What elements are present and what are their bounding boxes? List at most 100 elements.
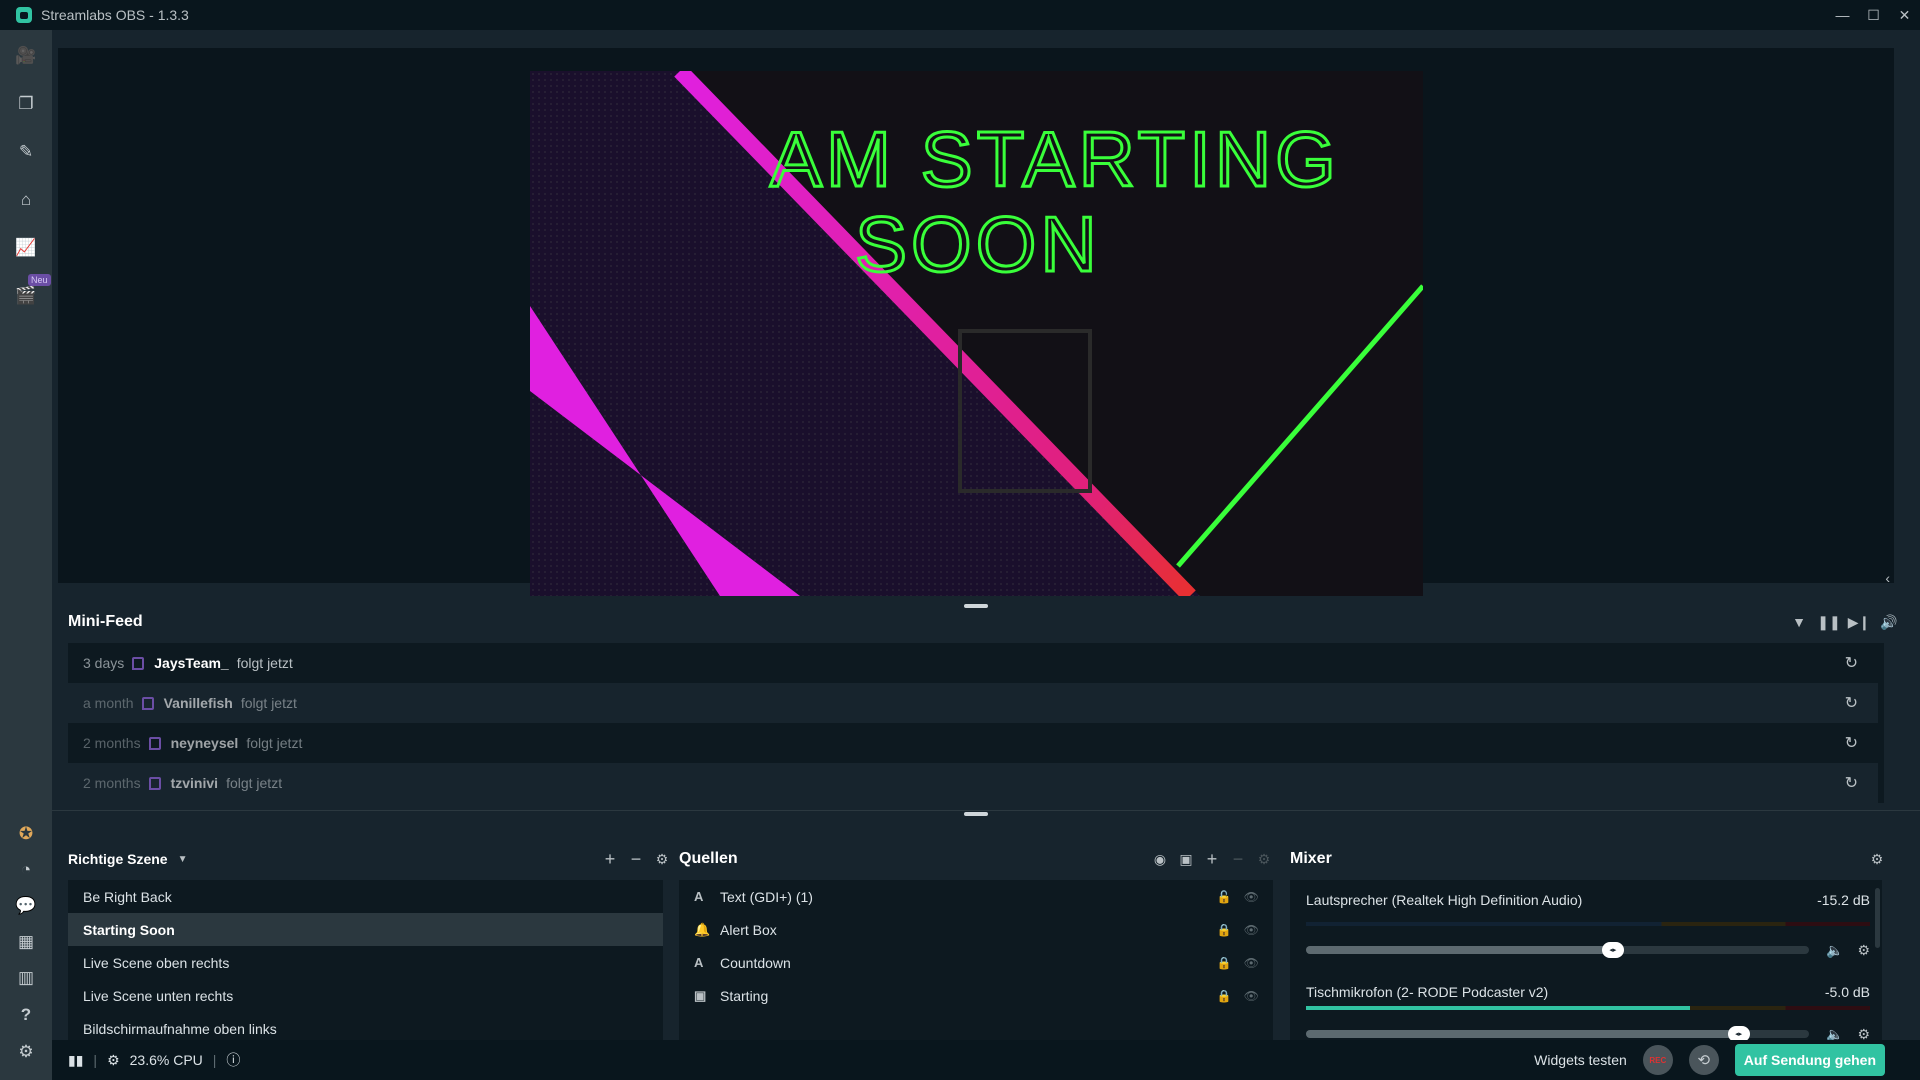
- twitch-icon: [148, 736, 161, 750]
- cpu-chip-icon: ⚙: [107, 1051, 120, 1068]
- speaker-icon[interactable]: 🔈: [1826, 942, 1843, 959]
- channel-name: Lautsprecher (Realtek High Definition Au…: [1306, 892, 1583, 908]
- prime-star-icon[interactable]: ✪: [14, 822, 38, 846]
- eye-icon[interactable]: 👁: [1244, 956, 1259, 970]
- add-source-icon[interactable]: +: [1203, 849, 1221, 869]
- remove-scene-icon[interactable]: −: [627, 849, 645, 869]
- minimize-button[interactable]: —: [1827, 0, 1858, 30]
- gear-icon[interactable]: ⚙: [14, 1040, 38, 1064]
- overlay-title-line1: AM STARTING: [770, 115, 1340, 203]
- source-item[interactable]: A Text (GDI+) (1) 🔓 👁: [679, 880, 1273, 913]
- test-widgets-button[interactable]: Widgets testen: [1534, 1052, 1627, 1068]
- video-camera-icon[interactable]: 🎥: [14, 44, 38, 68]
- title-bar: Streamlabs OBS - 1.3.3 — ☐ ✕: [0, 0, 1920, 30]
- eye-icon[interactable]: 👁: [1244, 890, 1259, 904]
- help-icon[interactable]: ?: [14, 1003, 38, 1027]
- replay-buffer-button[interactable]: ⟲: [1688, 1045, 1719, 1075]
- resize-handle-top[interactable]: [964, 604, 988, 608]
- layers-icon[interactable]: ❐: [14, 92, 38, 116]
- minifeed-header: Mini-Feed ▼ ❚❚ ▶❙ 🔊: [68, 613, 1898, 639]
- add-scene-icon[interactable]: +: [601, 849, 619, 869]
- info-icon[interactable]: ⓘ: [226, 1050, 240, 1070]
- mixer-panel: Lautsprecher (Realtek High Definition Au…: [1290, 880, 1882, 1045]
- scene-settings-gear-icon[interactable]: ⚙: [653, 850, 671, 868]
- channel-db: -5.0 dB: [1824, 984, 1870, 1000]
- source-item[interactable]: A Countdown 🔒 👁: [679, 946, 1273, 979]
- go-live-button[interactable]: Auf Sendung gehen: [1734, 1044, 1885, 1076]
- preview-area: AM STARTING SOON ‹: [58, 48, 1894, 596]
- replay-icon[interactable]: ↻: [1845, 693, 1858, 713]
- mixer-settings-gear-icon[interactable]: ⚙: [1868, 850, 1886, 868]
- add-folder-icon[interactable]: ▣: [1177, 850, 1195, 868]
- sources-list: A Text (GDI+) (1) 🔓 👁 🔔 Alert Box 🔒 👁 A Co…: [679, 880, 1273, 1045]
- gauge-icon[interactable]: ◔: [14, 858, 38, 882]
- eye-icon[interactable]: 👁: [1244, 923, 1259, 937]
- chevron-left-icon[interactable]: ‹: [1885, 570, 1890, 586]
- source-item[interactable]: 🔔 Alert Box 🔒 👁: [679, 913, 1273, 946]
- source-item[interactable]: ▣ Starting 🔒 👁: [679, 979, 1273, 1012]
- volume-icon[interactable]: 🔊: [1880, 613, 1898, 631]
- text-icon: A: [694, 889, 704, 904]
- lock-icon[interactable]: 🔒: [1217, 989, 1232, 1003]
- bell-icon: 🔔: [694, 921, 711, 937]
- volume-slider[interactable]: ◂▸: [1306, 942, 1809, 958]
- cpu-usage: 23.6% CPU: [129, 1052, 203, 1068]
- selective-recording-icon[interactable]: ◉: [1151, 850, 1169, 868]
- feed-action: folgt jetzt: [246, 735, 303, 751]
- minifeed-scrollbar[interactable]: [1878, 643, 1884, 803]
- store-icon[interactable]: ⌂: [14, 188, 38, 212]
- scene-item[interactable]: Live Scene unten rechts: [68, 979, 663, 1012]
- slider-knob[interactable]: ◂▸: [1601, 942, 1624, 958]
- pause-icon[interactable]: ❚❚: [1817, 613, 1840, 631]
- scene-collection-title[interactable]: Richtige Szene: [68, 851, 168, 867]
- unlock-icon[interactable]: 🔓: [1217, 890, 1232, 904]
- volume-slider[interactable]: ◂▸: [1306, 1026, 1809, 1042]
- lock-icon[interactable]: 🔒: [1217, 956, 1232, 970]
- stream-preview[interactable]: AM STARTING SOON: [530, 71, 1423, 596]
- sources-title: Quellen: [679, 850, 738, 867]
- grid-icon[interactable]: ▦: [14, 930, 38, 954]
- replay-icon[interactable]: ↻: [1845, 733, 1858, 753]
- sources-header: Quellen ◉ ▣ + − ⚙: [679, 848, 1273, 870]
- feed-user: Vanillefish: [163, 695, 233, 711]
- channel-name: Tischmikrofon (2- RODE Podcaster v2): [1306, 984, 1549, 1000]
- twitch-icon: [132, 656, 145, 670]
- replay-buffer-icon: ⟲: [1697, 1052, 1711, 1069]
- feed-user: tzvinivi: [170, 775, 219, 791]
- clapper-icon[interactable]: 🎬: [14, 284, 38, 308]
- scene-item[interactable]: Be Right Back: [68, 880, 663, 913]
- eye-icon[interactable]: 👁: [1244, 989, 1259, 1003]
- text-icon: A: [694, 955, 704, 970]
- source-settings-gear-icon[interactable]: ⚙: [1255, 850, 1273, 868]
- sidebar-nav: 🎥 ❐ ✎ ⌂ 📈 🎬 Neu ✪ ◔ 💬 ▦ ▥ ? ⚙: [0, 30, 52, 1080]
- mixer-scrollbar[interactable]: [1875, 888, 1880, 948]
- streamlabs-logo-icon: [16, 7, 32, 23]
- lock-icon[interactable]: 🔒: [1217, 923, 1232, 937]
- feed-time: 2 months: [83, 775, 141, 791]
- replay-icon[interactable]: ↻: [1845, 773, 1858, 793]
- maximize-button[interactable]: ☐: [1858, 0, 1889, 30]
- scene-item[interactable]: Live Scene oben rechts: [68, 946, 663, 979]
- remove-source-icon[interactable]: −: [1229, 849, 1247, 869]
- scene-item-selected[interactable]: Starting Soon: [68, 913, 663, 946]
- close-button[interactable]: ✕: [1889, 0, 1920, 30]
- columns-icon[interactable]: ▥: [14, 966, 38, 990]
- themes-icon[interactable]: ✎: [14, 140, 38, 164]
- feed-item: 3 days JaysTeam_ folgt jetzt ↻: [68, 643, 1878, 683]
- feed-item: 2 months tzvinivi folgt jetzt ↻: [68, 763, 1878, 803]
- chat-icon[interactable]: 💬: [14, 894, 38, 918]
- stats-bar-chart-icon[interactable]: ▮▮: [68, 1052, 83, 1069]
- skip-icon[interactable]: ▶❙: [1848, 613, 1871, 631]
- channel-gear-icon[interactable]: ⚙: [1857, 942, 1870, 959]
- chevron-down-icon[interactable]: ▼: [178, 854, 188, 865]
- mixer-title: Mixer: [1290, 850, 1332, 867]
- resize-handle-bottom[interactable]: [964, 812, 988, 816]
- filter-icon[interactable]: ▼: [1790, 613, 1808, 631]
- replay-icon[interactable]: ↻: [1845, 653, 1858, 673]
- source-label: Alert Box: [720, 921, 777, 938]
- separator: |: [212, 1052, 217, 1068]
- twitch-icon: [141, 696, 154, 710]
- volume-meter: [1306, 1006, 1870, 1010]
- record-button[interactable]: REC: [1642, 1045, 1673, 1075]
- chart-icon[interactable]: 📈: [14, 236, 38, 260]
